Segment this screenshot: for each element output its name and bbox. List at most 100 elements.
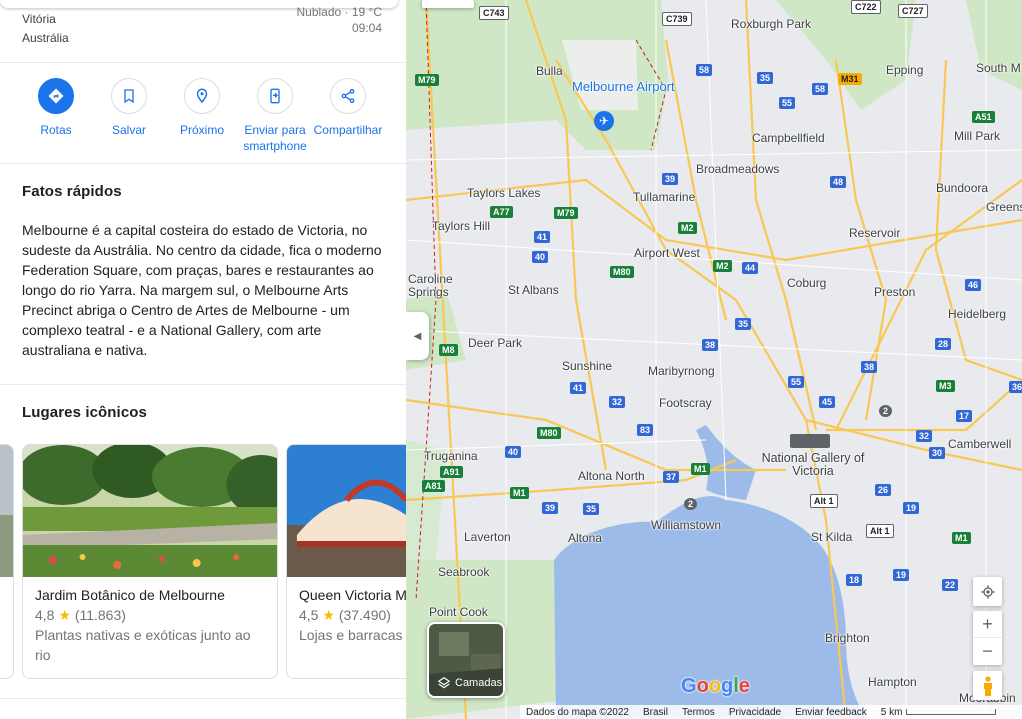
layers-icon bbox=[437, 677, 451, 689]
map-label: Maribyrnong bbox=[648, 364, 715, 378]
rating-value: 4,8 bbox=[35, 607, 55, 623]
place-rating: 4,5 ★ (37.490) bbox=[299, 607, 391, 624]
divider bbox=[0, 62, 406, 63]
museum-icon[interactable] bbox=[790, 434, 830, 448]
place-photo bbox=[23, 445, 277, 577]
road-shield: 22 bbox=[942, 579, 959, 591]
scale-bar bbox=[906, 709, 997, 715]
place-card-queen-victoria-market[interactable]: Queen Victoria Market 4,5 ★ (37.490) Loj… bbox=[286, 444, 406, 679]
map-label: Hampton bbox=[868, 675, 917, 689]
save-label: Salvar bbox=[111, 123, 146, 137]
layers-button[interactable]: Camadas bbox=[427, 622, 505, 698]
save-button[interactable]: Salvar bbox=[91, 78, 167, 138]
place-description: Lojas e barracas bbox=[299, 627, 403, 643]
directions-button[interactable]: Rotas bbox=[18, 78, 94, 138]
road-shield: C739 bbox=[662, 12, 692, 26]
road-shield: C743 bbox=[479, 6, 509, 20]
road-shield: 41 bbox=[534, 231, 551, 243]
road-shield: 58 bbox=[696, 64, 713, 76]
map-label: Campbellfield bbox=[752, 131, 825, 145]
chevron-left-icon: ◀ bbox=[413, 330, 422, 342]
airport-icon[interactable]: ✈ bbox=[594, 111, 614, 131]
road-shield: Alt 1 bbox=[866, 524, 894, 538]
place-card-partial[interactable] bbox=[0, 444, 14, 679]
road-shield: C727 bbox=[898, 4, 928, 18]
map-label: St Kilda bbox=[811, 530, 853, 544]
my-location-button[interactable] bbox=[973, 577, 1002, 606]
send-to-phone-icon bbox=[257, 78, 293, 114]
map-label: Taylors Lakes bbox=[467, 186, 541, 200]
road-shield: M2 bbox=[713, 260, 732, 272]
nearby-button[interactable]: Próximo bbox=[164, 78, 240, 138]
google-logo: Google bbox=[681, 675, 750, 697]
airport-label[interactable]: Melbourne Airport bbox=[572, 80, 675, 94]
road-shield: C722 bbox=[851, 0, 881, 14]
map-label: Williamstown bbox=[651, 518, 722, 532]
road-shield: M79 bbox=[554, 207, 578, 219]
region-link[interactable]: Brasil bbox=[643, 707, 668, 718]
road-shield: M2 bbox=[678, 222, 697, 234]
location-target-icon bbox=[980, 584, 995, 599]
road-shield: A91 bbox=[440, 466, 463, 478]
road-shield: 41 bbox=[570, 382, 587, 394]
star-icon: ★ bbox=[58, 607, 71, 623]
scale-label[interactable]: 5 km bbox=[881, 707, 903, 718]
road-shield: 45 bbox=[819, 396, 836, 408]
privacy-link[interactable]: Privacidade bbox=[729, 707, 781, 718]
map-label: Roxburgh Park bbox=[731, 17, 812, 31]
map-base bbox=[406, 0, 1022, 719]
map-label: Laverton bbox=[464, 530, 511, 544]
road-shield: 18 bbox=[846, 574, 863, 586]
road-shield: 19 bbox=[903, 502, 920, 514]
map-label: Brighton bbox=[825, 631, 870, 645]
road-shield: M80 bbox=[537, 427, 561, 439]
weather-condition: Nublado · 19 °C bbox=[296, 5, 382, 19]
map-label: Deer Park bbox=[468, 336, 523, 350]
map-label: Altona North bbox=[578, 469, 645, 483]
zoom-control: + − bbox=[973, 611, 1002, 665]
terms-link[interactable]: Termos bbox=[682, 707, 715, 718]
road-shield: 55 bbox=[779, 97, 796, 109]
quick-facts-text: Melbourne é a capital costeira do estado… bbox=[22, 222, 382, 358]
poi-label-ngv[interactable]: National Gallery of Victoria bbox=[758, 452, 868, 478]
send-to-phone-button[interactable]: Enviar para smartphone bbox=[237, 78, 313, 154]
place-name: Jardim Botânico de Melbourne bbox=[35, 587, 225, 603]
road-shield: 32 bbox=[916, 430, 933, 442]
share-label: Compartilhar bbox=[313, 123, 383, 137]
share-icon bbox=[330, 78, 366, 114]
directions-icon bbox=[38, 78, 74, 114]
street-view-button[interactable] bbox=[973, 671, 1002, 700]
road-shield: M3 bbox=[936, 380, 955, 392]
road-shield: A81 bbox=[422, 480, 445, 492]
road-shield: 30 bbox=[929, 447, 946, 459]
road-shield: 38 bbox=[861, 361, 878, 373]
zoom-out-button[interactable]: − bbox=[973, 638, 1002, 665]
road-shield: 17 bbox=[956, 410, 973, 422]
divider bbox=[0, 163, 406, 164]
road-shield: M1 bbox=[952, 532, 971, 544]
map-label: Coburg bbox=[787, 276, 827, 290]
share-button[interactable]: Compartilhar bbox=[310, 78, 386, 138]
zoom-in-button[interactable]: + bbox=[973, 611, 1002, 638]
map-top-control[interactable] bbox=[422, 0, 474, 8]
map-footer: Dados do mapa ©2022 Brasil Termos Privac… bbox=[520, 705, 1022, 719]
pegman-icon bbox=[983, 675, 992, 696]
map-canvas[interactable]: Roxburgh Park Bulla Melbourne Airport ✈ … bbox=[406, 0, 1022, 719]
map-label: Point Cook bbox=[429, 605, 488, 619]
place-photo bbox=[287, 445, 406, 577]
send-feedback-link[interactable]: Enviar feedback bbox=[795, 707, 867, 718]
road-shield: 19 bbox=[893, 569, 910, 581]
send-to-phone-label: Enviar para smartphone bbox=[243, 123, 307, 153]
weather-time: 09:04 bbox=[351, 21, 382, 35]
map-label: Mill Park bbox=[954, 129, 1001, 143]
directions-label: Rotas bbox=[40, 123, 72, 137]
rating-value: 4,5 bbox=[299, 607, 319, 623]
road-shield: 36 bbox=[1009, 381, 1022, 393]
place-card-botanic-garden[interactable]: Jardim Botânico de Melbourne 4,8 ★ (11.8… bbox=[22, 444, 278, 679]
map-label: Reservoir bbox=[849, 226, 901, 240]
iconic-places-title: Lugares icônicos bbox=[22, 404, 147, 421]
road-shield: 26 bbox=[875, 484, 892, 496]
map-label: Preston bbox=[874, 285, 916, 299]
quick-facts-title: Fatos rápidos bbox=[22, 183, 122, 200]
collapse-panel-button[interactable]: ◀ bbox=[406, 312, 429, 360]
